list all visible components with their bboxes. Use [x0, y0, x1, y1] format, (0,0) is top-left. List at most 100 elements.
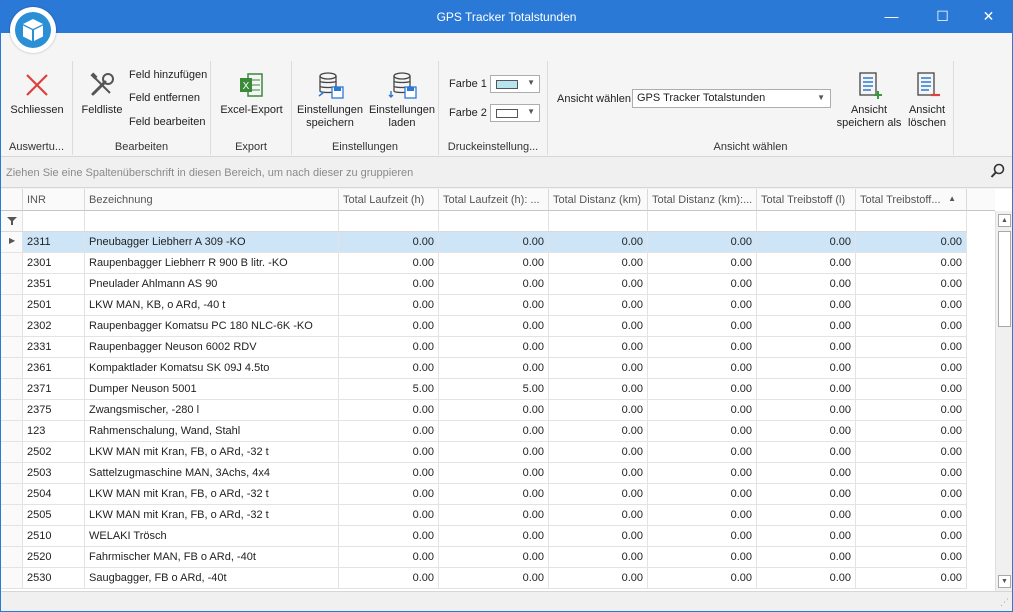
cell-bezeichnung[interactable]: Kompaktlader Komatsu SK 09J 4.5to	[85, 358, 339, 379]
row-indicator[interactable]: ▶	[1, 232, 23, 253]
table-row[interactable]: 2510 WELAKI Trösch 0.00 0.00 0.00 0.00 0.00 0.0…	[1, 526, 967, 547]
cell-inr[interactable]: 2504	[23, 484, 85, 505]
cell-inr[interactable]: 123	[23, 421, 85, 442]
cell-total-distanz[interactable]: 0.00	[549, 295, 648, 316]
table-row[interactable]: 2520 Fahrmischer MAN, FB o ARd, -40t 0.00 0…	[1, 547, 967, 568]
cell-inr[interactable]: 2311	[23, 232, 85, 253]
cell-total-distanz-2[interactable]: 0.00	[648, 526, 757, 547]
cell-total-treibstoff[interactable]: 0.00	[757, 358, 856, 379]
color1-picker[interactable]: ▼	[490, 75, 540, 93]
table-row[interactable]: 2504 LKW MAN mit Kran, FB, o ARd, -32 t 0.…	[1, 484, 967, 505]
cell-total-treibstoff[interactable]: 0.00	[757, 400, 856, 421]
cell-total-treibstoff-2[interactable]: 0.00	[856, 316, 967, 337]
cell-total-distanz-2[interactable]: 0.00	[648, 295, 757, 316]
cell-total-treibstoff-2[interactable]: 0.00	[856, 568, 967, 589]
row-indicator[interactable]	[1, 463, 23, 484]
cell-total-distanz-2[interactable]: 0.00	[648, 463, 757, 484]
delete-view-button[interactable]: Ansicht löschen	[904, 69, 950, 130]
table-row[interactable]: 2530 Saugbagger, FB o ARd, -40t 0.00 0.00 0.…	[1, 568, 967, 589]
cell-inr[interactable]: 2520	[23, 547, 85, 568]
cell-bezeichnung[interactable]: Dumper Neuson 5001	[85, 379, 339, 400]
cell-total-laufzeit-2[interactable]: 0.00	[439, 484, 549, 505]
vertical-scrollbar[interactable]: ▲ ▼	[995, 211, 1012, 591]
table-row[interactable]: 2371 Dumper Neuson 5001 5.00 5.00 0.00 0.00 0.…	[1, 379, 967, 400]
row-indicator[interactable]	[1, 316, 23, 337]
cell-total-distanz-2[interactable]: 0.00	[648, 253, 757, 274]
cell-total-laufzeit[interactable]: 0.00	[339, 316, 439, 337]
cell-total-distanz-2[interactable]: 0.00	[648, 316, 757, 337]
cell-total-treibstoff[interactable]: 0.00	[757, 337, 856, 358]
cell-total-distanz[interactable]: 0.00	[549, 253, 648, 274]
table-row[interactable]: 2501 LKW MAN, KB, o ARd, -40 t 0.00 0.00 0.0…	[1, 295, 967, 316]
row-indicator[interactable]	[1, 568, 23, 589]
cell-total-treibstoff[interactable]: 0.00	[757, 274, 856, 295]
cell-total-treibstoff-2[interactable]: 0.00	[856, 442, 967, 463]
table-row[interactable]: 123 Rahmenschalung, Wand, Stahl 0.00 0.00 0.…	[1, 421, 967, 442]
minimize-button[interactable]: —	[869, 1, 914, 33]
cell-total-laufzeit[interactable]: 0.00	[339, 274, 439, 295]
cell-total-distanz-2[interactable]: 0.00	[648, 400, 757, 421]
column-header-total-distanz-2[interactable]: Total Distanz (km):...	[648, 189, 757, 211]
cell-total-laufzeit[interactable]: 0.00	[339, 568, 439, 589]
cell-total-treibstoff-2[interactable]: 0.00	[856, 358, 967, 379]
cell-total-treibstoff[interactable]: 0.00	[757, 421, 856, 442]
filter-cell-total-distanz-2[interactable]	[648, 211, 757, 232]
cell-total-distanz[interactable]: 0.00	[549, 505, 648, 526]
cell-total-treibstoff-2[interactable]: 0.00	[856, 232, 967, 253]
edit-field-button[interactable]: Feld bearbeiten	[129, 116, 205, 128]
cell-bezeichnung[interactable]: Pneulader Ahlmann AS 90	[85, 274, 339, 295]
column-header-total-treibstoff[interactable]: Total Treibstoff (l)	[757, 189, 856, 211]
row-indicator[interactable]	[1, 358, 23, 379]
cell-inr[interactable]: 2302	[23, 316, 85, 337]
cell-inr[interactable]: 2351	[23, 274, 85, 295]
cell-inr[interactable]: 2530	[23, 568, 85, 589]
resize-grip-icon[interactable]: ⋰	[1000, 597, 1009, 608]
cell-total-distanz-2[interactable]: 0.00	[648, 232, 757, 253]
cell-total-treibstoff[interactable]: 0.00	[757, 484, 856, 505]
cell-bezeichnung[interactable]: Sattelzugmaschine MAN, 3Achs, 4x4	[85, 463, 339, 484]
cell-total-laufzeit[interactable]: 0.00	[339, 295, 439, 316]
filter-cell-total-treibstoff[interactable]	[757, 211, 856, 232]
filter-cell-inr[interactable]	[23, 211, 85, 232]
color2-picker[interactable]: ▼	[490, 104, 540, 122]
cell-total-distanz-2[interactable]: 0.00	[648, 484, 757, 505]
cell-total-laufzeit[interactable]: 0.00	[339, 442, 439, 463]
cell-bezeichnung[interactable]: LKW MAN mit Kran, FB, o ARd, -32 t	[85, 505, 339, 526]
row-indicator[interactable]	[1, 253, 23, 274]
cell-total-treibstoff-2[interactable]: 0.00	[856, 379, 967, 400]
scroll-up-icon[interactable]: ▲	[998, 214, 1011, 227]
cell-total-treibstoff[interactable]: 0.00	[757, 442, 856, 463]
cell-inr[interactable]: 2501	[23, 295, 85, 316]
cell-total-laufzeit-2[interactable]: 0.00	[439, 463, 549, 484]
cell-total-treibstoff-2[interactable]: 0.00	[856, 547, 967, 568]
cell-bezeichnung[interactable]: Raupenbagger Komatsu PC 180 NLC-6K -KO	[85, 316, 339, 337]
cell-total-laufzeit[interactable]: 0.00	[339, 421, 439, 442]
cell-total-distanz[interactable]: 0.00	[549, 274, 648, 295]
cell-bezeichnung[interactable]: LKW MAN mit Kran, FB, o ARd, -32 t	[85, 442, 339, 463]
cell-total-treibstoff-2[interactable]: 0.00	[856, 274, 967, 295]
cell-inr[interactable]: 2505	[23, 505, 85, 526]
table-row[interactable]: 2502 LKW MAN mit Kran, FB, o ARd, -32 t 0.…	[1, 442, 967, 463]
cell-total-treibstoff[interactable]: 0.00	[757, 253, 856, 274]
cell-inr[interactable]: 2375	[23, 400, 85, 421]
cell-total-distanz[interactable]: 0.00	[549, 526, 648, 547]
add-field-button[interactable]: Feld hinzufügen	[129, 69, 207, 81]
cell-total-laufzeit-2[interactable]: 0.00	[439, 295, 549, 316]
cell-total-treibstoff[interactable]: 0.00	[757, 526, 856, 547]
cell-total-treibstoff-2[interactable]: 0.00	[856, 400, 967, 421]
filter-cell-total-laufzeit[interactable]	[339, 211, 439, 232]
cell-total-treibstoff[interactable]: 0.00	[757, 505, 856, 526]
cell-bezeichnung[interactable]: Raupenbagger Neuson 6002 RDV	[85, 337, 339, 358]
cell-total-laufzeit-2[interactable]: 0.00	[439, 274, 549, 295]
row-indicator[interactable]	[1, 547, 23, 568]
scroll-down-icon[interactable]: ▼	[998, 575, 1011, 588]
cell-total-laufzeit-2[interactable]: 0.00	[439, 568, 549, 589]
table-row[interactable]: 2302 Raupenbagger Komatsu PC 180 NLC-6K -…	[1, 316, 967, 337]
cell-inr[interactable]: 2502	[23, 442, 85, 463]
cell-total-distanz-2[interactable]: 0.00	[648, 505, 757, 526]
cell-bezeichnung[interactable]: Raupenbagger Liebherr R 900 B litr. -KO	[85, 253, 339, 274]
table-row[interactable]: 2361 Kompaktlader Komatsu SK 09J 4.5to 0.0…	[1, 358, 967, 379]
cell-bezeichnung[interactable]: LKW MAN mit Kran, FB, o ARd, -32 t	[85, 484, 339, 505]
row-indicator[interactable]	[1, 421, 23, 442]
cell-total-distanz[interactable]: 0.00	[549, 484, 648, 505]
